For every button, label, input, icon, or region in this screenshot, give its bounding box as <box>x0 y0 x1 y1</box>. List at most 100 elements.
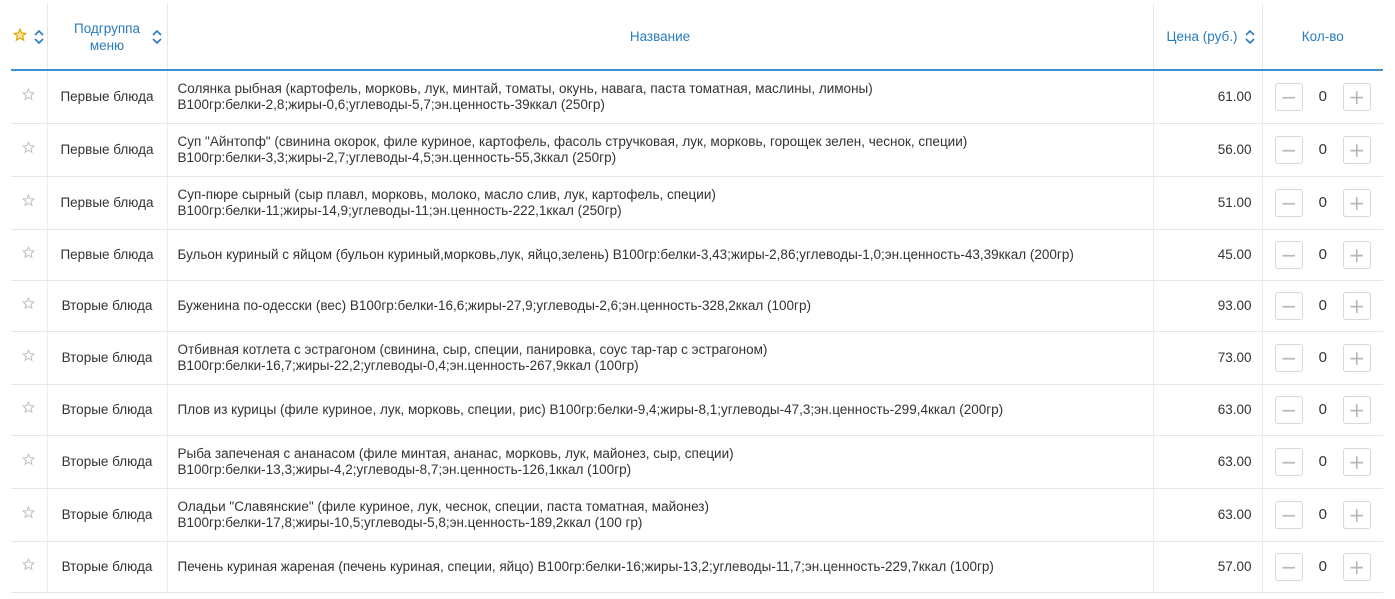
sort-icon[interactable] <box>1244 28 1256 46</box>
sort-icon[interactable] <box>151 28 163 46</box>
price-column-header[interactable]: Цена (руб.) <box>1153 4 1263 71</box>
star-icon[interactable] <box>22 193 36 211</box>
group-cell: Первые блюда <box>47 229 168 281</box>
group-cell: Вторые блюда <box>47 541 168 593</box>
dish-name-line1: Плов из курицы (филе куриное, лук, морко… <box>177 401 1004 417</box>
increase-button[interactable]: + <box>1342 447 1371 476</box>
favorite-cell <box>11 176 48 230</box>
dish-name-line1: Буженина по-одесски (вес) В100гр:белки-1… <box>177 297 811 313</box>
decrease-button[interactable]: − <box>1274 447 1303 476</box>
quantity-cell: − 0 + <box>1262 229 1383 281</box>
favorite-cell <box>11 384 48 436</box>
price-cell: 61.00 <box>1153 70 1263 124</box>
table-row: Первые блюда Суп "Айнтопф" (свинина окор… <box>11 123 1383 177</box>
dish-name-line2: В100гр:белки-11;жиры-14,9;углеводы-11;эн… <box>177 202 622 218</box>
quantity-cell: − 0 + <box>1262 541 1383 593</box>
decrease-button[interactable]: − <box>1274 240 1303 269</box>
group-cell: Вторые блюда <box>47 331 168 385</box>
quantity-value: 0 <box>1318 506 1327 523</box>
decrease-button[interactable]: − <box>1274 291 1303 320</box>
table-header-row: Подгруппа меню Название Цена (руб.) Кол-… <box>11 4 1383 71</box>
star-icon[interactable] <box>22 140 36 158</box>
quantity-header-label: Кол-во <box>1301 29 1344 44</box>
decrease-button[interactable]: − <box>1274 135 1303 164</box>
decrease-button[interactable]: − <box>1274 552 1303 581</box>
quantity-cell: − 0 + <box>1262 331 1383 385</box>
dish-name-cell: Буженина по-одесски (вес) В100гр:белки-1… <box>167 280 1154 332</box>
group-cell: Первые блюда <box>47 70 168 124</box>
increase-button[interactable]: + <box>1342 343 1371 372</box>
dish-name-cell: Бульон куриный с яйцом (бульон куриный,м… <box>167 229 1154 281</box>
group-cell: Вторые блюда <box>47 488 168 542</box>
table-row: Вторые блюда Буженина по-одесски (вес) В… <box>11 280 1383 332</box>
dish-name-cell: Солянка рыбная (картофель, морковь, лук,… <box>167 70 1154 124</box>
price-cell: 51.00 <box>1153 176 1263 230</box>
dish-name-line2: В100гр:белки-17,8;жиры-10,5;углеводы-5,8… <box>177 514 643 530</box>
star-icon[interactable] <box>22 245 36 263</box>
quantity-column-header: Кол-во <box>1262 4 1383 71</box>
table-row: Вторые блюда Печень куриная жареная (печ… <box>11 541 1383 593</box>
sort-icon[interactable] <box>33 28 45 46</box>
quantity-value: 0 <box>1318 141 1327 158</box>
group-cell: Первые блюда <box>47 123 168 177</box>
quantity-cell: − 0 + <box>1262 123 1383 177</box>
decrease-button[interactable]: − <box>1274 395 1303 424</box>
quantity-value: 0 <box>1318 453 1327 470</box>
quantity-cell: − 0 + <box>1262 280 1383 332</box>
quantity-cell: − 0 + <box>1262 384 1383 436</box>
name-header-label: Название <box>629 29 691 44</box>
favorite-cell <box>11 541 48 593</box>
star-icon[interactable] <box>22 348 36 366</box>
star-icon[interactable] <box>22 87 36 105</box>
dish-name-line1: Суп-пюре сырный (сыр плавл, морковь, мол… <box>177 186 716 202</box>
table-row: Вторые блюда Оладьи "Славянские" (филе к… <box>11 488 1383 542</box>
quantity-value: 0 <box>1318 297 1327 314</box>
dish-name-line1: Отбивная котлета с эстрагоном (свинина, … <box>177 341 768 357</box>
star-icon[interactable] <box>22 505 36 523</box>
increase-button[interactable]: + <box>1342 291 1371 320</box>
table-row: Первые блюда Солянка рыбная (картофель, … <box>11 70 1383 124</box>
dish-name-cell: Печень куриная жареная (печень куриная, … <box>167 541 1154 593</box>
dish-name-line2: В100гр:белки-13,3;жиры-4,2;углеводы-8,7;… <box>177 461 632 477</box>
favorites-column-header[interactable] <box>11 4 48 71</box>
star-icon[interactable] <box>22 400 36 418</box>
dish-name-cell: Рыба запеченая с ананасом (филе минтая, … <box>167 435 1154 489</box>
menu-table: Подгруппа меню Название Цена (руб.) Кол-… <box>11 4 1383 593</box>
decrease-button[interactable]: − <box>1274 343 1303 372</box>
group-cell: Вторые блюда <box>47 435 168 489</box>
decrease-button[interactable]: − <box>1274 82 1303 111</box>
dish-name-line1: Оладьи "Славянские" (филе куриное, лук, … <box>177 498 709 514</box>
increase-button[interactable]: + <box>1342 500 1371 529</box>
table-row: Вторые блюда Отбивная котлета с эстрагон… <box>11 331 1383 385</box>
price-cell: 56.00 <box>1153 123 1263 177</box>
dish-name-line1: Бульон куриный с яйцом (бульон куриный,м… <box>177 246 1074 262</box>
star-icon[interactable] <box>22 452 36 470</box>
price-cell: 45.00 <box>1153 229 1263 281</box>
dish-name-line1: Рыба запеченая с ананасом (филе минтая, … <box>177 445 734 461</box>
increase-button[interactable]: + <box>1342 82 1371 111</box>
increase-button[interactable]: + <box>1342 135 1371 164</box>
star-icon[interactable] <box>22 296 36 314</box>
quantity-value: 0 <box>1318 88 1327 106</box>
table-row: Вторые блюда Плов из курицы (филе курино… <box>11 384 1383 436</box>
decrease-button[interactable]: − <box>1274 500 1303 529</box>
star-icon[interactable] <box>22 557 36 575</box>
name-column-header: Название <box>167 4 1154 71</box>
increase-button[interactable]: + <box>1342 240 1371 269</box>
increase-button[interactable]: + <box>1342 188 1371 217</box>
menu-table-wrapper: Подгруппа меню Название Цена (руб.) Кол-… <box>11 4 1383 593</box>
decrease-button[interactable]: − <box>1274 188 1303 217</box>
price-cell: 63.00 <box>1153 488 1263 542</box>
quantity-cell: − 0 + <box>1262 488 1383 542</box>
favorite-cell <box>11 331 48 385</box>
group-cell: Первые блюда <box>47 176 168 230</box>
price-cell: 63.00 <box>1153 435 1263 489</box>
price-cell: 57.00 <box>1153 541 1263 593</box>
dish-name-cell: Отбивная котлета с эстрагоном (свинина, … <box>167 331 1154 385</box>
price-cell: 93.00 <box>1153 280 1263 332</box>
increase-button[interactable]: + <box>1342 552 1371 581</box>
dish-name-line2: В100гр:белки-16,7;жиры-22,2;углеводы-0,4… <box>177 357 639 373</box>
favorite-cell <box>11 123 48 177</box>
increase-button[interactable]: + <box>1342 395 1371 424</box>
group-column-header[interactable]: Подгруппа меню <box>47 4 168 71</box>
